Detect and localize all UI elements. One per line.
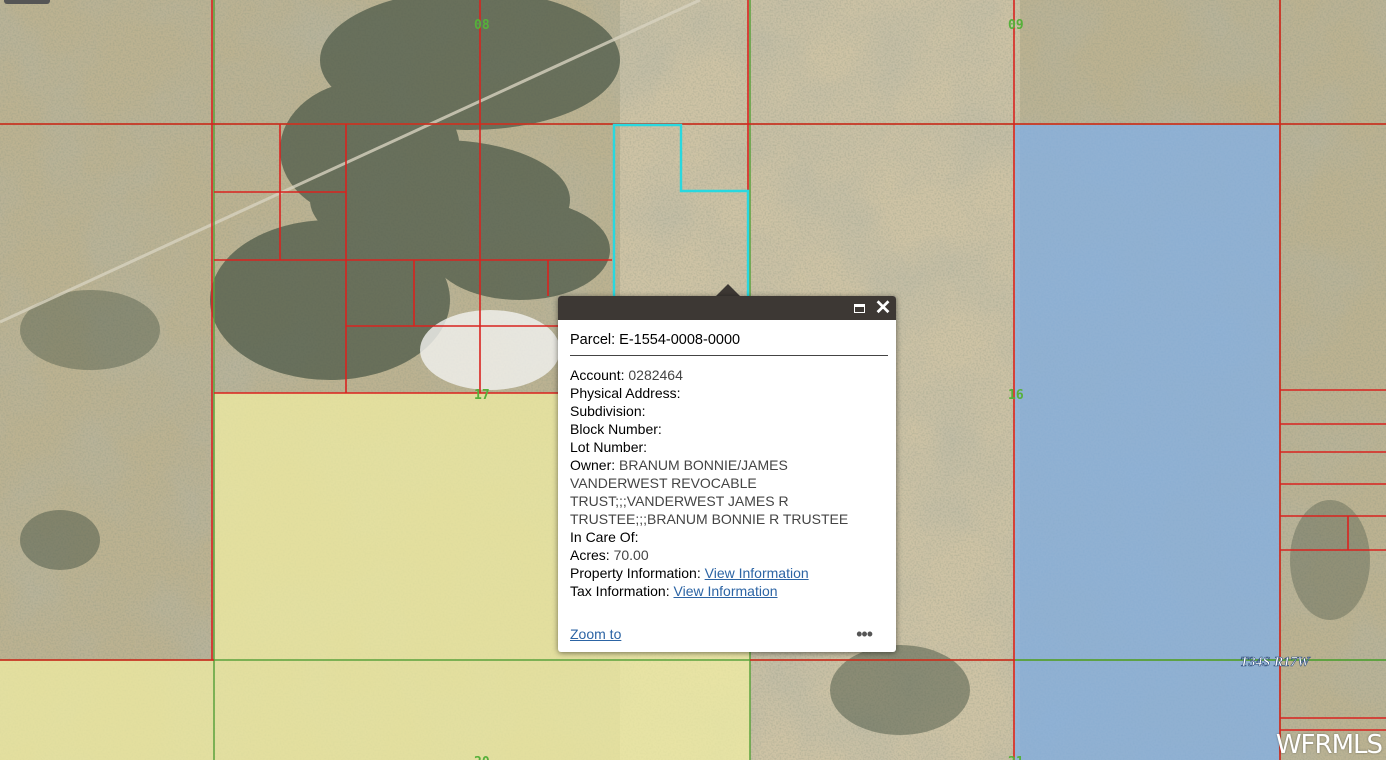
- cloud: [420, 310, 560, 390]
- parcel-popup: ✕ Parcel: E-1554-0008-0000 Account: 0282…: [558, 296, 896, 652]
- field-acres: Acres: 70.00: [570, 546, 884, 564]
- popup-footer: Zoom to •••: [570, 624, 884, 646]
- township-label: T34S R17W: [1240, 655, 1311, 670]
- field-label: Physical Address:: [570, 385, 681, 401]
- section-label-08: 08: [474, 18, 490, 33]
- field-value: 0282464: [628, 367, 683, 383]
- field-owner: Owner: BRANUM BONNIE/JAMES VANDERWEST RE…: [570, 456, 860, 528]
- section-label-21: 21: [1008, 755, 1024, 760]
- tax-info-link[interactable]: View Information: [674, 583, 778, 599]
- field-block-number: Block Number:: [570, 420, 884, 438]
- field-label: Acres:: [570, 547, 610, 563]
- popup-pointer: [716, 284, 740, 296]
- field-label: Block Number:: [570, 421, 662, 437]
- field-account: Account: 0282464: [570, 366, 884, 384]
- field-label: In Care Of:: [570, 529, 639, 545]
- field-label: Account:: [570, 367, 625, 383]
- watermark: WFRMLS: [1275, 730, 1383, 760]
- section-label-09: 09: [1008, 18, 1024, 33]
- field-subdivision: Subdivision:: [570, 402, 884, 420]
- section-label-16: 16: [1008, 388, 1024, 403]
- highlight-parcel-yellow-sw: [0, 660, 214, 760]
- field-label: Tax Information:: [570, 583, 670, 599]
- field-property-information: Property Information: View Information: [570, 564, 884, 582]
- field-label: Lot Number:: [570, 439, 648, 455]
- popup-title: Parcel: E-1554-0008-0000: [570, 332, 888, 356]
- popup-body: Parcel: E-1554-0008-0000 Account: 028246…: [558, 320, 896, 600]
- maximize-icon[interactable]: [850, 299, 868, 317]
- popup-header: ✕: [558, 296, 896, 320]
- field-label: Subdivision:: [570, 403, 646, 419]
- zoom-to-link[interactable]: Zoom to: [570, 626, 621, 642]
- close-icon[interactable]: ✕: [874, 298, 892, 318]
- field-lot-number: Lot Number:: [570, 438, 884, 456]
- field-label: Property Information:: [570, 565, 701, 581]
- more-icon[interactable]: •••: [856, 624, 873, 645]
- property-info-link[interactable]: View Information: [705, 565, 809, 581]
- field-value: 70.00: [613, 547, 649, 563]
- field-label: Owner:: [570, 457, 616, 473]
- section-label-20: 20: [474, 755, 490, 760]
- section-label-17: 17: [474, 388, 490, 403]
- popup-fields: Account: 0282464 Physical Address: Subdi…: [570, 366, 884, 600]
- map-control-tab[interactable]: [4, 0, 50, 4]
- field-in-care-of: In Care Of:: [570, 528, 884, 546]
- field-physical-address: Physical Address:: [570, 384, 884, 402]
- field-tax-information: Tax Information: View Information: [570, 582, 884, 600]
